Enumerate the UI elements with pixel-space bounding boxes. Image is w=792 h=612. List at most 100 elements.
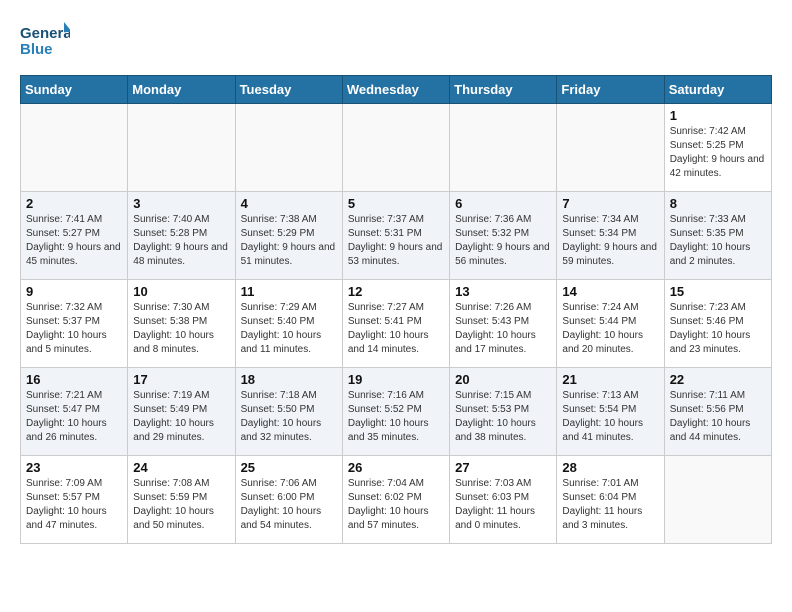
calendar-cell: 14 Sunrise: 7:24 AM Sunset: 5:44 PM Dayli… bbox=[557, 280, 664, 368]
svg-text:Blue: Blue bbox=[20, 41, 53, 58]
calendar-cell: 5Sunrise: 7:37 AM Sunset: 5:31 PM Daylig… bbox=[342, 192, 449, 280]
day-info: Sunrise: 7:18 AM Sunset: 5:50 PM Dayligh… bbox=[241, 389, 337, 445]
day-number: 3 bbox=[133, 196, 229, 211]
day-number: 2 bbox=[26, 196, 122, 211]
day-info: Sunrise: 7:24 AM Sunset: 5:44 PM Dayligh… bbox=[562, 301, 658, 357]
day-info: Sunrise: 7:13 AM Sunset: 5:54 PM Dayligh… bbox=[562, 389, 658, 445]
weekday-header-wednesday: Wednesday bbox=[342, 76, 449, 104]
weekday-header-sunday: Sunday bbox=[21, 76, 128, 104]
calendar-cell: 12Sunrise: 7:27 AM Sunset: 5:41 PM Dayli… bbox=[342, 280, 449, 368]
day-number: 26 bbox=[348, 460, 444, 475]
calendar-cell: 24 Sunrise: 7:08 AM Sunset: 5:59 PM Dayli… bbox=[128, 456, 235, 544]
day-number: 6 bbox=[455, 196, 551, 211]
calendar-week-row: 9Sunrise: 7:32 AM Sunset: 5:37 PM Daylig… bbox=[21, 280, 772, 368]
day-number: 8 bbox=[670, 196, 766, 211]
day-info: Sunrise: 7:32 AM Sunset: 5:37 PM Dayligh… bbox=[26, 301, 122, 357]
logo-svg: General Blue bbox=[20, 20, 70, 65]
day-info: Sunrise: 7:41 AM Sunset: 5:27 PM Dayligh… bbox=[26, 213, 122, 269]
calendar-cell: 18 Sunrise: 7:18 AM Sunset: 5:50 PM Dayli… bbox=[235, 368, 342, 456]
day-number: 23 bbox=[26, 460, 122, 475]
calendar-cell: 10 Sunrise: 7:30 AM Sunset: 5:38 PM Dayli… bbox=[128, 280, 235, 368]
day-number: 4 bbox=[241, 196, 337, 211]
day-info: Sunrise: 7:19 AM Sunset: 5:49 PM Dayligh… bbox=[133, 389, 229, 445]
calendar-cell: 13 Sunrise: 7:26 AM Sunset: 5:43 PM Dayli… bbox=[450, 280, 557, 368]
calendar-week-row: 16 Sunrise: 7:21 AM Sunset: 5:47 PM Dayli… bbox=[21, 368, 772, 456]
day-info: Sunrise: 7:33 AM Sunset: 5:35 PM Dayligh… bbox=[670, 213, 766, 269]
calendar-cell: 15 Sunrise: 7:23 AM Sunset: 5:46 PM Dayli… bbox=[664, 280, 771, 368]
calendar-cell bbox=[235, 104, 342, 192]
weekday-header-row: SundayMondayTuesdayWednesdayThursdayFrid… bbox=[21, 76, 772, 104]
calendar-cell bbox=[128, 104, 235, 192]
calendar-cell: 1 Sunrise: 7:42 AM Sunset: 5:25 PM Daylig… bbox=[664, 104, 771, 192]
day-info: Sunrise: 7:34 AM Sunset: 5:34 PM Dayligh… bbox=[562, 213, 658, 269]
calendar-cell: 6 Sunrise: 7:36 AM Sunset: 5:32 PM Daylig… bbox=[450, 192, 557, 280]
day-info: Sunrise: 7:15 AM Sunset: 5:53 PM Dayligh… bbox=[455, 389, 551, 445]
day-number: 21 bbox=[562, 372, 658, 387]
calendar-cell bbox=[664, 456, 771, 544]
calendar-cell: 25 Sunrise: 7:06 AM Sunset: 6:00 PM Dayli… bbox=[235, 456, 342, 544]
day-info: Sunrise: 7:42 AM Sunset: 5:25 PM Dayligh… bbox=[670, 125, 766, 181]
day-number: 5 bbox=[348, 196, 444, 211]
calendar-cell: 11 Sunrise: 7:29 AM Sunset: 5:40 PM Dayli… bbox=[235, 280, 342, 368]
day-number: 13 bbox=[455, 284, 551, 299]
day-number: 14 bbox=[562, 284, 658, 299]
calendar-week-row: 2 Sunrise: 7:41 AM Sunset: 5:27 PM Daylig… bbox=[21, 192, 772, 280]
day-number: 12 bbox=[348, 284, 444, 299]
day-number: 27 bbox=[455, 460, 551, 475]
weekday-header-tuesday: Tuesday bbox=[235, 76, 342, 104]
day-number: 7 bbox=[562, 196, 658, 211]
weekday-header-friday: Friday bbox=[557, 76, 664, 104]
day-info: Sunrise: 7:01 AM Sunset: 6:04 PM Dayligh… bbox=[562, 477, 658, 533]
day-info: Sunrise: 7:21 AM Sunset: 5:47 PM Dayligh… bbox=[26, 389, 122, 445]
calendar-cell bbox=[450, 104, 557, 192]
day-number: 16 bbox=[26, 372, 122, 387]
calendar-cell: 8 Sunrise: 7:33 AM Sunset: 5:35 PM Daylig… bbox=[664, 192, 771, 280]
day-info: Sunrise: 7:09 AM Sunset: 5:57 PM Dayligh… bbox=[26, 477, 122, 533]
day-info: Sunrise: 7:30 AM Sunset: 5:38 PM Dayligh… bbox=[133, 301, 229, 357]
calendar-cell: 7 Sunrise: 7:34 AM Sunset: 5:34 PM Daylig… bbox=[557, 192, 664, 280]
logo: General Blue bbox=[20, 20, 70, 65]
calendar-cell: 4 Sunrise: 7:38 AM Sunset: 5:29 PM Daylig… bbox=[235, 192, 342, 280]
calendar-cell: 2 Sunrise: 7:41 AM Sunset: 5:27 PM Daylig… bbox=[21, 192, 128, 280]
day-number: 24 bbox=[133, 460, 229, 475]
day-info: Sunrise: 7:16 AM Sunset: 5:52 PM Dayligh… bbox=[348, 389, 444, 445]
day-number: 15 bbox=[670, 284, 766, 299]
calendar-cell: 26 Sunrise: 7:04 AM Sunset: 6:02 PM Dayli… bbox=[342, 456, 449, 544]
day-number: 22 bbox=[670, 372, 766, 387]
calendar-cell bbox=[342, 104, 449, 192]
calendar-cell: 17 Sunrise: 7:19 AM Sunset: 5:49 PM Dayli… bbox=[128, 368, 235, 456]
day-number: 19 bbox=[348, 372, 444, 387]
day-info: Sunrise: 7:11 AM Sunset: 5:56 PM Dayligh… bbox=[670, 389, 766, 445]
calendar-cell: 27Sunrise: 7:03 AM Sunset: 6:03 PM Dayli… bbox=[450, 456, 557, 544]
calendar-cell: 19 Sunrise: 7:16 AM Sunset: 5:52 PM Dayli… bbox=[342, 368, 449, 456]
calendar-week-row: 1 Sunrise: 7:42 AM Sunset: 5:25 PM Daylig… bbox=[21, 104, 772, 192]
day-number: 11 bbox=[241, 284, 337, 299]
calendar-cell: 9Sunrise: 7:32 AM Sunset: 5:37 PM Daylig… bbox=[21, 280, 128, 368]
day-number: 17 bbox=[133, 372, 229, 387]
svg-text:General: General bbox=[20, 25, 70, 42]
calendar-cell: 16 Sunrise: 7:21 AM Sunset: 5:47 PM Dayli… bbox=[21, 368, 128, 456]
day-number: 1 bbox=[670, 108, 766, 123]
day-info: Sunrise: 7:23 AM Sunset: 5:46 PM Dayligh… bbox=[670, 301, 766, 357]
weekday-header-thursday: Thursday bbox=[450, 76, 557, 104]
day-info: Sunrise: 7:29 AM Sunset: 5:40 PM Dayligh… bbox=[241, 301, 337, 357]
day-number: 18 bbox=[241, 372, 337, 387]
day-info: Sunrise: 7:36 AM Sunset: 5:32 PM Dayligh… bbox=[455, 213, 551, 269]
day-info: Sunrise: 7:40 AM Sunset: 5:28 PM Dayligh… bbox=[133, 213, 229, 269]
day-info: Sunrise: 7:26 AM Sunset: 5:43 PM Dayligh… bbox=[455, 301, 551, 357]
calendar-cell: 23 Sunrise: 7:09 AM Sunset: 5:57 PM Dayli… bbox=[21, 456, 128, 544]
weekday-header-monday: Monday bbox=[128, 76, 235, 104]
calendar-cell: 3 Sunrise: 7:40 AM Sunset: 5:28 PM Daylig… bbox=[128, 192, 235, 280]
day-info: Sunrise: 7:38 AM Sunset: 5:29 PM Dayligh… bbox=[241, 213, 337, 269]
day-info: Sunrise: 7:08 AM Sunset: 5:59 PM Dayligh… bbox=[133, 477, 229, 533]
calendar-cell: 28 Sunrise: 7:01 AM Sunset: 6:04 PM Dayli… bbox=[557, 456, 664, 544]
calendar-cell: 22 Sunrise: 7:11 AM Sunset: 5:56 PM Dayli… bbox=[664, 368, 771, 456]
day-info: Sunrise: 7:04 AM Sunset: 6:02 PM Dayligh… bbox=[348, 477, 444, 533]
day-number: 10 bbox=[133, 284, 229, 299]
calendar-cell bbox=[21, 104, 128, 192]
day-number: 25 bbox=[241, 460, 337, 475]
day-number: 28 bbox=[562, 460, 658, 475]
day-info: Sunrise: 7:06 AM Sunset: 6:00 PM Dayligh… bbox=[241, 477, 337, 533]
header: General Blue bbox=[20, 20, 772, 65]
day-number: 20 bbox=[455, 372, 551, 387]
